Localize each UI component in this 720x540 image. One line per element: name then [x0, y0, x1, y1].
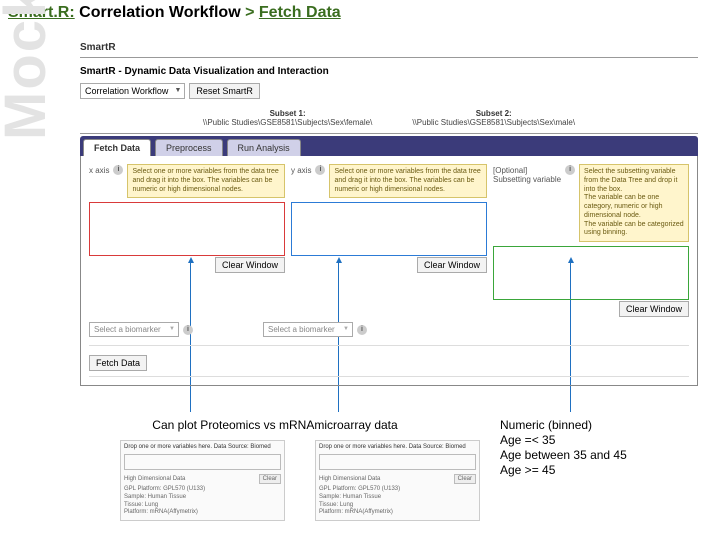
crop-panel: Drop one or more variables here. Data So…: [315, 440, 480, 521]
x-axis-dropzone[interactable]: [89, 202, 285, 256]
app-logo: SmartR: [80, 40, 698, 55]
divider: [89, 376, 689, 377]
mockup-watermark: Mockup: [0, 0, 59, 140]
info-icon[interactable]: i: [357, 325, 367, 335]
subset1-path: \\Public Studies\GSE8581\Subjects\Sex\fe…: [203, 118, 372, 127]
y-axis-label: y axis: [291, 164, 311, 175]
breadcrumb-root: Correlation Workflow: [79, 4, 241, 21]
clear-y-button[interactable]: Clear Window: [417, 257, 487, 273]
fetch-panel: x axis i Select one or more variables fr…: [80, 156, 698, 386]
tab-preprocess[interactable]: Preprocess: [155, 139, 223, 156]
fetch-data-button[interactable]: Fetch Data: [89, 355, 147, 371]
subset-column: [Optional] Subsetting variable i Select …: [493, 164, 689, 314]
annotation-right: Numeric (binned) Age =< 35 Age between 3…: [500, 418, 627, 478]
breadcrumb-current: Fetch Data: [259, 4, 341, 21]
workflow-select[interactable]: Correlation Workflow: [80, 83, 185, 99]
annotation-left: Can plot Proteomics vs mRNAmicroarray da…: [130, 418, 420, 433]
crop-panel: Drop one or more variables here. Data So…: [120, 440, 285, 521]
subset-summary: Subset 1: \\Public Studies\GSE8581\Subje…: [80, 107, 698, 131]
crop-clear-button[interactable]: Clear: [454, 474, 476, 484]
subset2-path: \\Public Studies\GSE8581\Subjects\Sex\ma…: [412, 118, 575, 127]
clear-x-button[interactable]: Clear Window: [215, 257, 285, 273]
y-axis-column: y axis i Select one or more variables fr…: [291, 164, 487, 270]
subset-dropzone[interactable]: [493, 246, 689, 300]
y-axis-dropzone[interactable]: [291, 202, 487, 256]
tab-fetch-data[interactable]: Fetch Data: [83, 139, 151, 156]
breadcrumb: Smart.R: Correlation Workflow > Fetch Da…: [0, 0, 720, 26]
biomarker-select-y[interactable]: Select a biomarker: [263, 322, 353, 337]
divider: [80, 133, 698, 134]
subset1-label: Subset 1:: [203, 109, 372, 118]
info-icon[interactable]: i: [315, 165, 325, 175]
y-axis-tooltip: Select one or more variables from the da…: [329, 164, 487, 198]
app-subtitle: SmartR - Dynamic Data Visualization and …: [80, 60, 698, 81]
x-axis-label: x axis: [89, 164, 109, 175]
dropzone-row: x axis i Select one or more variables fr…: [89, 164, 689, 314]
divider: [89, 345, 689, 346]
info-icon[interactable]: i: [183, 325, 193, 335]
x-axis-tooltip: Select one or more variables from the da…: [127, 164, 285, 198]
app-frame: SmartR SmartR - Dynamic Data Visualizati…: [80, 40, 698, 386]
clear-subset-button[interactable]: Clear Window: [619, 301, 689, 317]
info-icon[interactable]: i: [113, 165, 123, 175]
biomarker-select-x[interactable]: Select a biomarker: [89, 322, 179, 337]
info-icon[interactable]: i: [565, 165, 575, 175]
breadcrumb-sep: >: [245, 4, 254, 21]
subset2-label: Subset 2:: [412, 109, 575, 118]
subset-tooltip: Select the subsetting variable from the …: [579, 164, 689, 242]
crop-dropzone[interactable]: [124, 454, 281, 470]
tab-bar: Fetch Data Preprocess Run Analysis: [80, 136, 698, 156]
example-crops: Drop one or more variables here. Data So…: [120, 440, 480, 521]
subset-label: [Optional] Subsetting variable: [493, 164, 561, 184]
crop-dropzone[interactable]: [319, 454, 476, 470]
crop-clear-button[interactable]: Clear: [259, 474, 281, 484]
divider: [80, 57, 698, 58]
biomarker-row: Select a biomarker i Select a biomarker …: [89, 322, 689, 337]
workflow-controls: Correlation Workflow Reset SmartR: [80, 81, 698, 107]
tab-run-analysis[interactable]: Run Analysis: [227, 139, 301, 156]
reset-button[interactable]: Reset SmartR: [189, 83, 260, 99]
x-axis-column: x axis i Select one or more variables fr…: [89, 164, 285, 270]
